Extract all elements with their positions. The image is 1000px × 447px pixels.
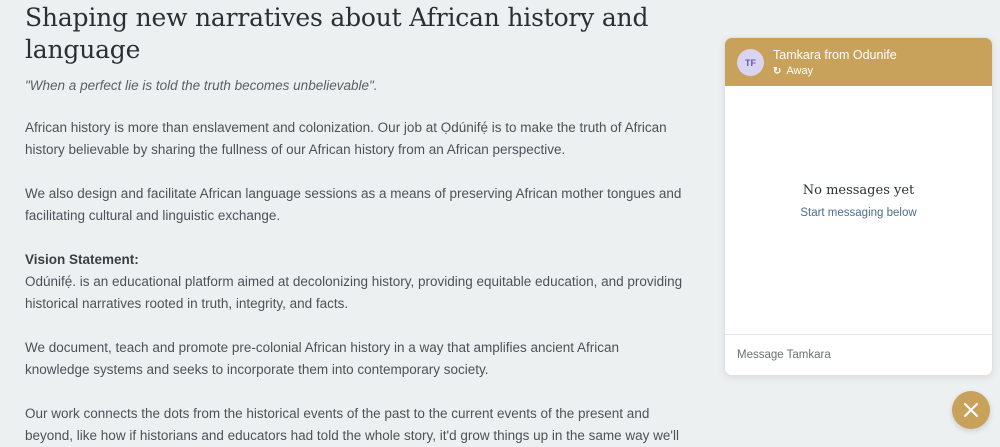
empty-title: No messages yet: [802, 183, 915, 198]
chat-input-bar: [725, 334, 992, 375]
close-icon: [964, 403, 978, 417]
chat-body: No messages yet Start messaging below: [725, 86, 992, 334]
avatar: TF: [737, 49, 764, 76]
empty-subtitle: Start messaging below: [800, 207, 917, 219]
page-title: Shaping new narratives about African his…: [25, 3, 649, 64]
paragraph-document: We document, teach and promote pre-colon…: [25, 340, 620, 377]
chat-header: TF Tamkara from Odunife ↻ Away: [725, 38, 992, 86]
agent-status: ↻ Away: [773, 65, 813, 77]
vision-body: Odúnifẹ́. is an educational platform aim…: [25, 274, 683, 311]
main-content: Shaping new narratives about African his…: [25, 0, 685, 443]
agent-name: Tamkara from Odunife: [773, 48, 897, 62]
quote: "When a perfect lie is told the truth be…: [25, 78, 378, 93]
paragraph-language: We also design and facilitate African la…: [25, 186, 682, 223]
status-label: Away: [786, 65, 814, 77]
paragraph-connects: Our work connects the dots from the hist…: [25, 406, 680, 443]
chat-widget: TF Tamkara from Odunife ↻ Away No messag…: [724, 37, 993, 376]
vision-heading: Vision Statement:: [25, 252, 139, 267]
message-input[interactable]: [735, 343, 979, 367]
chat-close-button[interactable]: [952, 391, 990, 429]
refresh-icon: ↻: [773, 65, 782, 77]
vision-statement: Vision Statement: Odúnifẹ́. is an educat…: [25, 249, 685, 315]
paragraph-intro: African history is more than enslavement…: [25, 120, 667, 157]
